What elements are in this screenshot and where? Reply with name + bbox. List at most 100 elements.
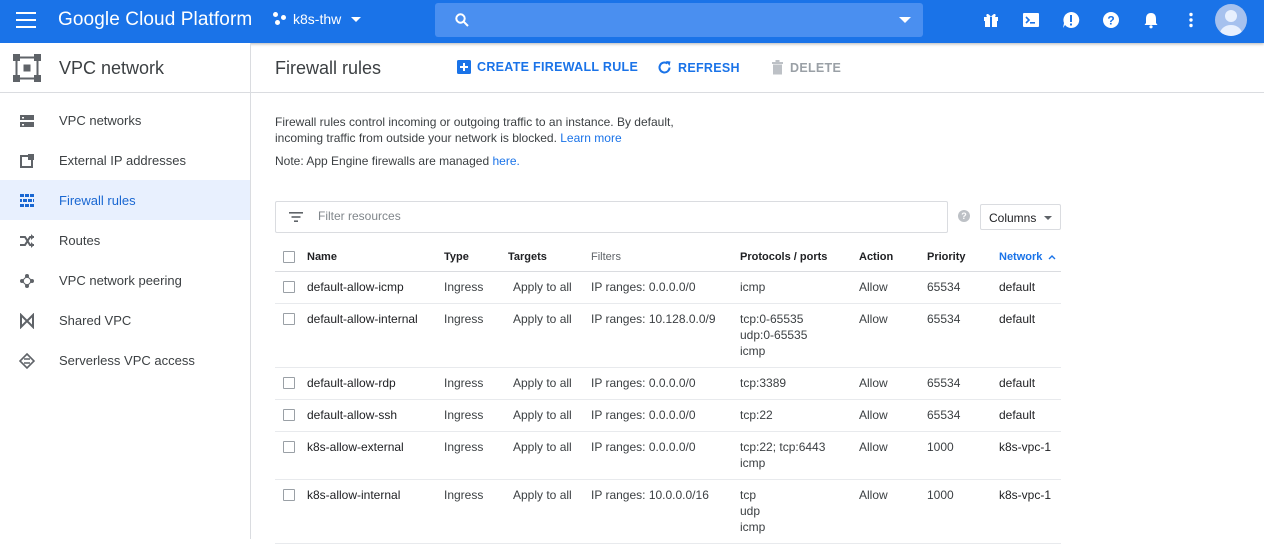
sidebar-item-vpc-networks[interactable]: VPC networks [0,100,250,140]
sidebar-item-label: VPC networks [59,113,142,128]
gift-icon[interactable] [982,11,1000,29]
cell-action: Allow [859,376,888,390]
cell-targets: Apply to all [513,408,572,422]
sidebar-item-routes[interactable]: Routes [0,220,250,260]
filter-list-icon [289,212,303,222]
note-text: Note: App Engine firewalls are managed [275,154,490,168]
row-checkbox[interactable] [283,489,295,501]
col-header-protocols[interactable]: Protocols / ports [740,251,827,263]
sidebar-item-label: Routes [59,233,101,248]
delete-button[interactable]: DELETE [771,60,841,75]
cell-name[interactable]: k8s-allow-internal [307,487,400,503]
row-checkbox[interactable] [283,441,295,453]
cell-priority: 65534 [927,312,961,326]
create-firewall-rule-button[interactable]: CREATE FIREWALL RULE [457,60,638,74]
table-row[interactable]: default-allow-ssh Ingress Apply to all IP r… [275,400,1061,432]
cell-action: Allow [859,312,888,326]
main-menu-icon[interactable] [16,12,36,28]
help-icon[interactable]: ? [1102,11,1120,29]
cell-filters: IP ranges: 10.128.0.0/9 [591,312,716,326]
peering-icon [20,274,34,288]
table-row[interactable]: default-allow-rdp Ingress Apply to all IP r… [275,368,1061,400]
table-row[interactable]: default-allow-icmp Ingress Apply to all IP … [275,272,1061,304]
col-header-action[interactable]: Action [859,251,893,263]
row-checkbox[interactable] [283,281,295,293]
col-header-type[interactable]: Type [444,251,469,263]
table-body: default-allow-icmp Ingress Apply to all IP … [275,272,1061,544]
cell-network[interactable]: k8s-vpc-1 [999,487,1051,503]
sidebar-item-shared-vpc[interactable]: Shared VPC [0,300,250,340]
columns-button[interactable]: Columns [980,204,1061,230]
row-checkbox[interactable] [283,313,295,325]
cell-name[interactable]: default-allow-icmp [307,279,404,295]
add-box-icon [457,60,471,74]
notifications-alert-icon[interactable] [1062,11,1080,29]
table-row[interactable]: k8s-allow-internal Ingress Apply to all IP … [275,480,1061,544]
product-title: VPC network [59,58,165,78]
cell-network[interactable]: default [999,375,1035,391]
col-header-name[interactable]: Name [307,251,337,263]
row-checkbox[interactable] [283,409,295,421]
search-icon [455,13,469,27]
note-here-link[interactable]: here. [492,154,519,168]
external-ip-icon [20,154,34,168]
columns-label: Columns [989,211,1037,225]
account-avatar[interactable] [1215,4,1247,36]
table-row[interactable]: k8s-allow-external Ingress Apply to all IP … [275,432,1061,480]
search-bar[interactable] [435,3,923,37]
project-selector[interactable]: k8s-thw [273,11,362,27]
cell-name[interactable]: default-allow-rdp [307,375,396,391]
select-all-checkbox[interactable] [283,251,295,263]
row-checkbox[interactable] [283,377,295,389]
more-vert-icon[interactable] [1182,11,1200,29]
network-header-label: Network [999,251,1043,263]
project-name: k8s-thw [293,11,342,27]
table-row[interactable]: default-allow-internal Ingress Apply to al… [275,304,1061,368]
cell-filters: IP ranges: 0.0.0.0/0 [591,376,696,390]
cell-targets: Apply to all [513,488,572,502]
filter-help-icon[interactable]: ? [958,210,970,222]
brand-title[interactable]: Google Cloud Platform [58,9,252,31]
cell-action: Allow [859,408,888,422]
cell-name[interactable]: k8s-allow-external [307,439,404,455]
table-header: Name Type Targets Filters Protocols / po… [275,241,1061,272]
cell-network[interactable]: default [999,407,1035,423]
avatar-person-icon [1220,10,1242,36]
firewall-icon [20,194,34,207]
sidebar-item-external-ip[interactable]: External IP addresses [0,140,250,180]
sidebar-item-serverless-vpc[interactable]: Serverless VPC access [0,340,250,380]
col-header-priority[interactable]: Priority [927,251,966,263]
learn-more-link[interactable]: Learn more [560,131,621,145]
cell-name[interactable]: default-allow-ssh [307,407,397,423]
chevron-down-icon [1044,216,1052,220]
shared-vpc-icon [20,313,34,329]
refresh-button[interactable]: REFRESH [657,60,740,75]
filter-resources-input[interactable] [318,209,918,223]
sidebar-item-firewall-rules[interactable]: Firewall rules [0,180,250,220]
sort-ascending-icon [1048,255,1056,260]
cell-network[interactable]: k8s-vpc-1 [999,439,1051,455]
sidebar-item-label: Firewall rules [59,193,136,208]
create-firewall-rule-label: CREATE FIREWALL RULE [477,60,639,74]
filter-bar[interactable] [275,201,948,233]
top-app-bar: Google Cloud Platform k8s-thw ? [0,0,1264,43]
cell-type: Ingress [444,408,484,422]
col-header-targets[interactable]: Targets [508,251,547,263]
cell-priority: 65534 [927,280,961,294]
cell-priority: 65534 [927,376,961,390]
trash-icon [772,60,783,75]
sidebar-item-label: Shared VPC [59,313,132,328]
sidebar-nav: VPC networks External IP addresses Firew… [0,100,250,380]
col-header-network[interactable]: Network [999,251,1056,263]
cell-targets: Apply to all [513,440,572,454]
search-dropdown-icon[interactable] [899,17,911,23]
cloud-shell-icon[interactable] [1022,11,1040,29]
col-header-filters[interactable]: Filters [591,251,621,263]
cell-priority: 1000 [927,488,954,502]
sidebar-item-vpc-peering[interactable]: VPC network peering [0,260,250,300]
bell-icon[interactable] [1142,11,1160,29]
cell-network[interactable]: default [999,311,1035,327]
cell-network[interactable]: default [999,279,1035,295]
cell-name[interactable]: default-allow-internal [307,311,418,327]
routes-icon [20,234,34,248]
